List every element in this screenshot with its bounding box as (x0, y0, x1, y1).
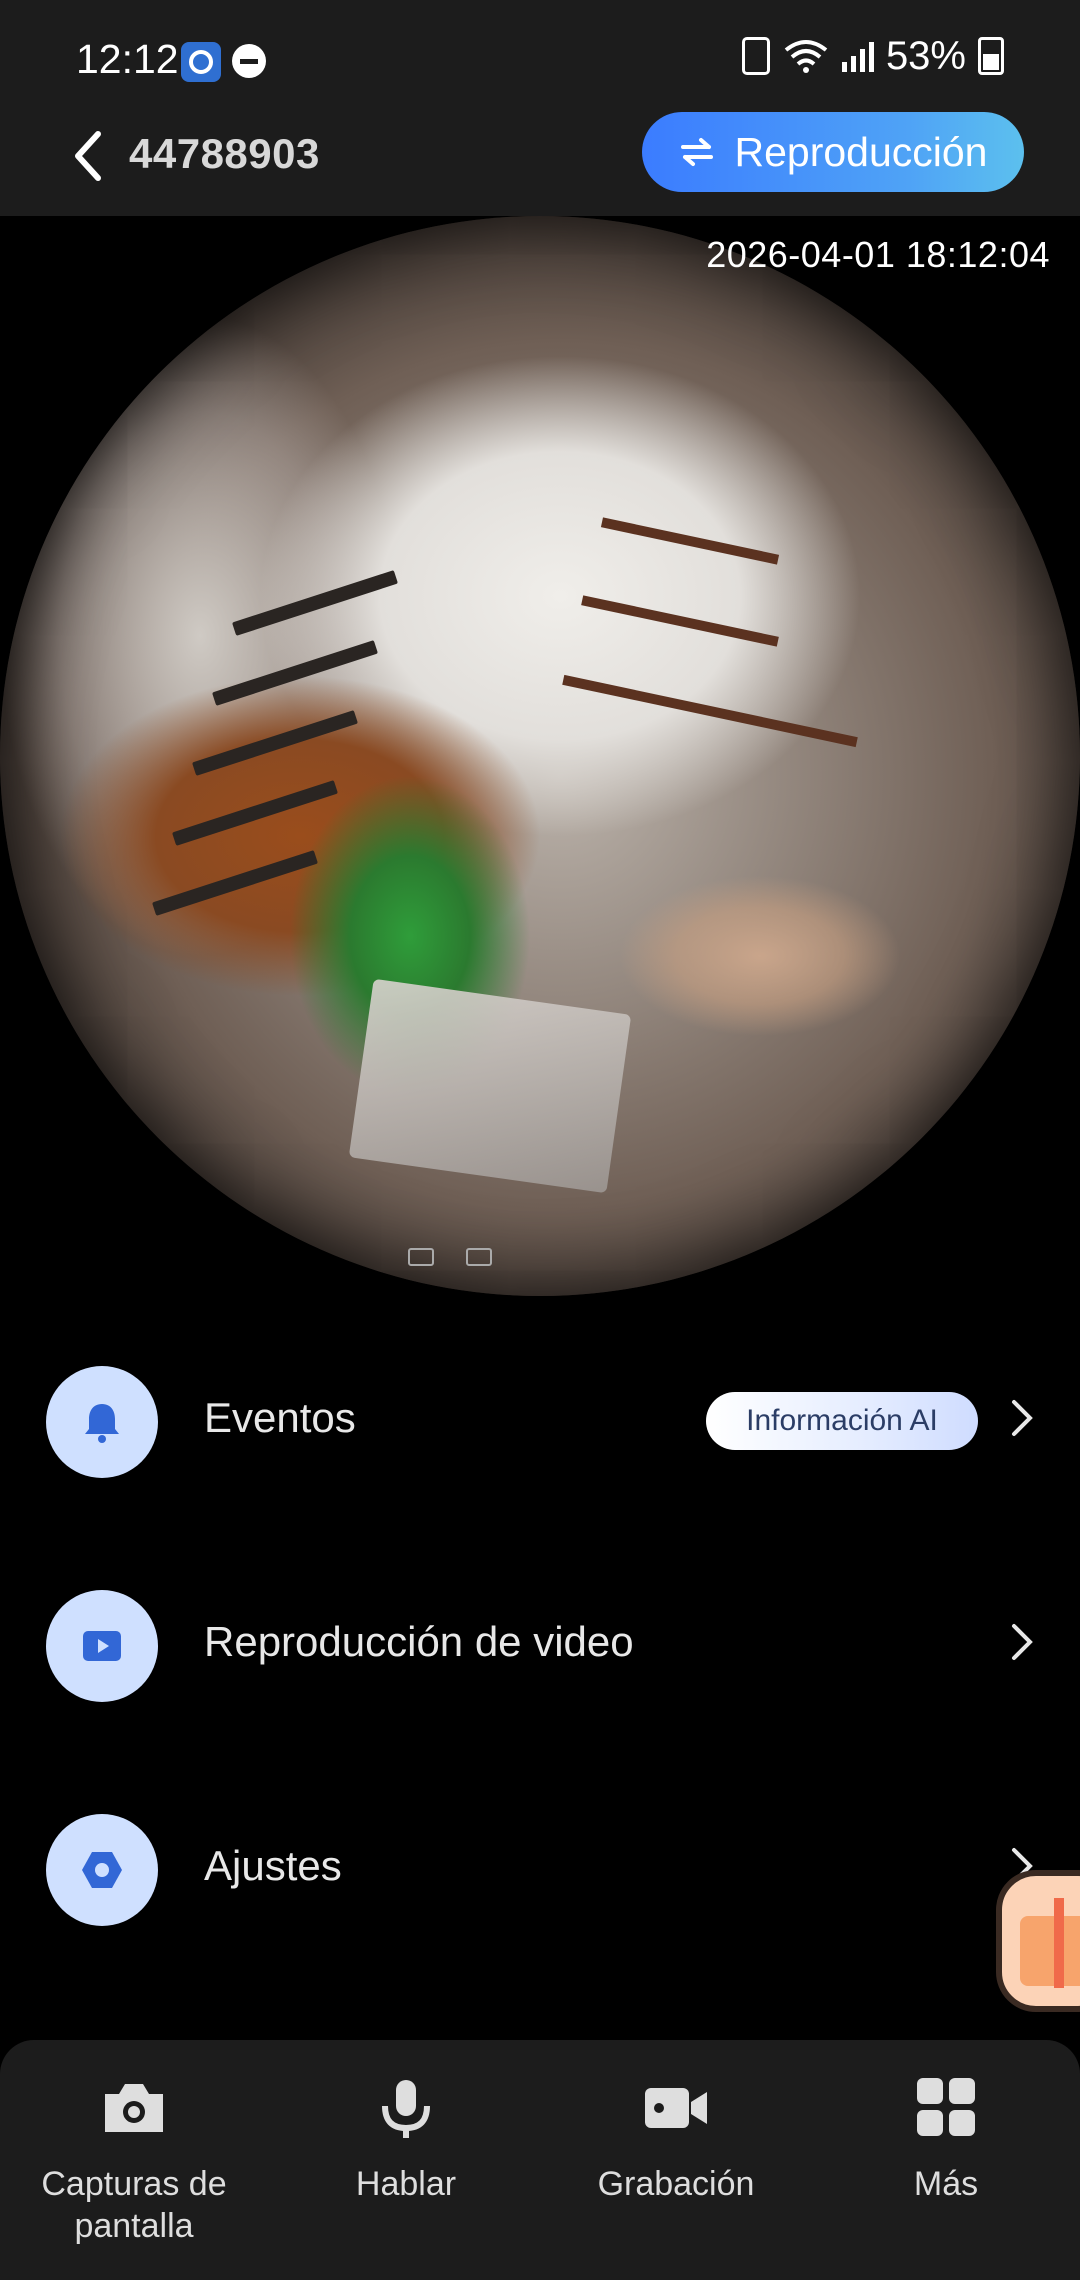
app-notification-icon (181, 42, 221, 82)
swap-arrows-icon (680, 138, 713, 166)
battery-percent: 53% (885, 33, 966, 78)
menu-row-settings[interactable]: Ajustes (0, 1790, 1080, 1950)
status-bar: 12:12 53% (0, 0, 1080, 120)
wifi-icon (784, 40, 828, 73)
play-video-icon (46, 1590, 158, 1702)
tab-talk[interactable]: Hablar (276, 2076, 536, 2205)
fisheye-camera-image[interactable] (0, 216, 1080, 1296)
tab-record-label: Grabación (597, 2165, 755, 2203)
settings-label: Ajustes (204, 1842, 342, 1889)
bell-icon (46, 1366, 158, 1478)
do-not-disturb-icon (232, 44, 266, 78)
playback-button-label: Reproducción (734, 128, 988, 175)
chevron-right-icon (1012, 1400, 1033, 1436)
signal-icon (841, 40, 874, 72)
status-time: 12:12 (76, 36, 179, 82)
settings-hexagon-icon (46, 1814, 158, 1926)
tab-talk-label: Hablar (355, 2165, 457, 2203)
tab-more[interactable]: Más (816, 2076, 1076, 2205)
camera-live-view[interactable]: 2026-04-01 18:12:04 (0, 216, 1080, 1306)
tab-more-label: Más (913, 2165, 979, 2203)
video-playback-label: Reproducción de video (204, 1618, 634, 1665)
tab-screenshot[interactable]: Capturas de pantalla (4, 2076, 264, 2247)
bottom-toolbar: Capturas de pantalla Hablar Grabación Má… (0, 2040, 1080, 2280)
gift-promo-icon[interactable] (996, 1870, 1080, 2012)
battery-icon (978, 37, 1004, 75)
device-title: 44788903 (129, 130, 320, 177)
tab-record[interactable]: Grabación (546, 2076, 806, 2205)
camera-icon (105, 2084, 163, 2132)
ai-info-badge[interactable]: Información AI (706, 1392, 978, 1450)
fisheye-view-icon[interactable] (466, 1248, 492, 1266)
battery-saver-icon (741, 37, 770, 75)
video-camera-icon (645, 2088, 707, 2128)
fisheye-mode-icon[interactable] (408, 1248, 434, 1266)
menu-row-events[interactable]: Eventos Información AI (0, 1342, 1080, 1502)
top-app-bar: 44788903 Reproducción (0, 112, 1080, 216)
tab-screenshot-label: Capturas de pantalla (41, 2165, 227, 2245)
microphone-icon (382, 2080, 430, 2138)
events-label: Eventos (204, 1394, 356, 1441)
playback-button[interactable]: Reproducción (642, 112, 1024, 192)
status-indicators: 53% (741, 33, 1004, 78)
chevron-right-icon (1012, 1624, 1033, 1660)
menu-row-video-playback[interactable]: Reproducción de video (0, 1566, 1080, 1726)
back-arrow-icon[interactable] (68, 126, 108, 186)
grid-icon (917, 2078, 975, 2136)
video-timestamp: 2026-04-01 18:12:04 (706, 234, 1050, 275)
